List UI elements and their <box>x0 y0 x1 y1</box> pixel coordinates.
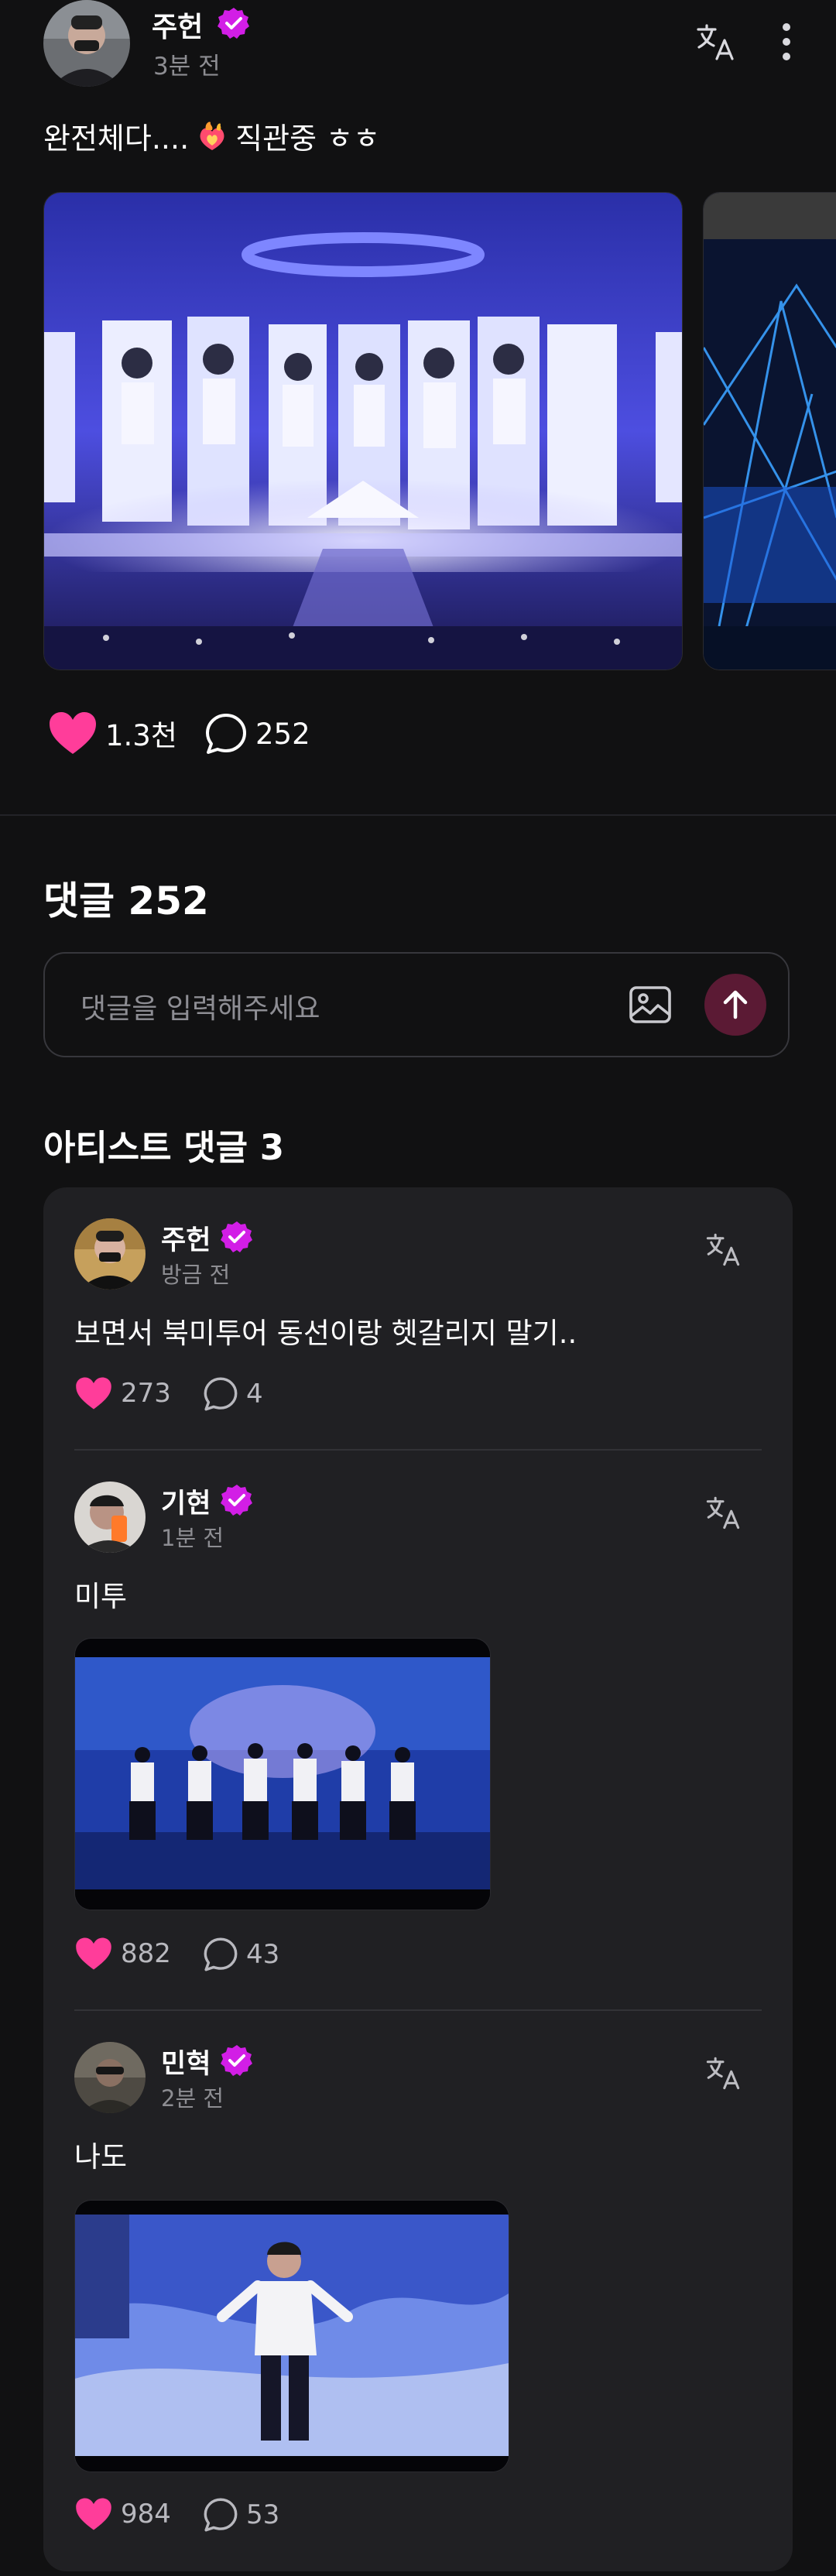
verified-badge-icon <box>221 1221 252 1252</box>
post-text-part2: 직관중 ㅎㅎ <box>235 122 381 156</box>
comment-bubble-icon <box>206 714 246 754</box>
verified-badge-icon <box>218 8 249 39</box>
translate-icon[interactable] <box>690 17 740 67</box>
more-vertical-icon[interactable] <box>771 17 802 67</box>
heart-icon <box>50 712 96 754</box>
comment-reply-count: 43 <box>246 1939 280 1970</box>
comment-image[interactable] <box>74 1638 491 1910</box>
post-image-1[interactable] <box>43 192 683 670</box>
comment-text: 미투 <box>74 1580 128 1613</box>
verified-badge-icon <box>221 1485 252 1516</box>
commenter-name[interactable]: 주헌 <box>161 1218 211 1258</box>
comment-text: 나도 <box>74 2140 128 2174</box>
post-like-button[interactable]: 1.3천 <box>48 711 177 755</box>
arrow-up-icon <box>723 990 748 1019</box>
comment-bubble-icon <box>204 1377 238 1411</box>
heart-icon <box>76 1377 111 1410</box>
image-icon[interactable] <box>625 980 675 1029</box>
post-like-count: 1.3천 <box>105 719 177 752</box>
commenter-name[interactable]: 기현 <box>161 1482 211 1521</box>
comment-input-placeholder: 댓글을 입력해주세요 <box>81 993 320 1025</box>
comment-like-count: 882 <box>121 1938 171 1969</box>
post-detail-screen: 주헌 3분 전 완전체다.... 직관중 ㅎㅎ 1.3천 252 댓글 252 … <box>0 0 836 2576</box>
translate-icon[interactable] <box>701 1491 745 1534</box>
comment-reply-button[interactable]: 53 <box>203 2497 279 2533</box>
comment-time: 방금 전 <box>161 1262 231 1288</box>
author-name[interactable]: 주헌 <box>152 5 203 45</box>
comment-text: 보면서 북미투어 동선이랑 헷갈리지 말기.. <box>74 1317 577 1350</box>
comment-reply-count: 53 <box>246 2499 280 2530</box>
comment-bubble-icon <box>204 1937 238 1971</box>
comment-like-button[interactable]: 882 <box>74 1937 171 1971</box>
post-image-2[interactable] <box>703 192 836 670</box>
post-time: 3분 전 <box>153 53 221 80</box>
comments-title: 댓글 252 <box>43 879 209 923</box>
post-comment-count: 252 <box>255 717 310 751</box>
post-text-part1: 완전체다.... <box>43 122 190 156</box>
comment-like-button[interactable]: 984 <box>74 2497 171 2531</box>
comment-time: 1분 전 <box>161 1525 224 1551</box>
commenter-avatar[interactable] <box>74 2042 146 2113</box>
comment-separator <box>74 2009 762 2011</box>
verified-badge-icon <box>221 2045 252 2076</box>
comment-reply-button[interactable]: 4 <box>203 1376 263 1412</box>
post-text: 완전체다.... 직관중 ㅎㅎ <box>43 115 380 157</box>
comment-reply-button[interactable]: 43 <box>203 1937 279 1972</box>
author-avatar[interactable] <box>43 0 130 87</box>
commenter-name[interactable]: 민혁 <box>161 2042 211 2081</box>
fire-heart-emoji-icon <box>200 121 224 150</box>
heart-icon <box>76 1937 111 1970</box>
comment-image[interactable] <box>74 2200 509 2472</box>
comment-input[interactable]: 댓글을 입력해주세요 <box>43 952 790 1057</box>
comment-like-count: 273 <box>121 1378 171 1409</box>
artist-comments-card: 주헌 방금 전 보면서 북미투어 동선이랑 헷갈리지 말기.. 273 4 기현… <box>43 1187 793 2571</box>
post-comment-button[interactable]: 252 <box>204 712 310 755</box>
heart-icon <box>76 2498 111 2530</box>
translate-icon[interactable] <box>701 2051 745 2095</box>
translate-icon[interactable] <box>701 1228 745 1271</box>
comment-bubble-icon <box>204 2498 238 2532</box>
artist-comments-title: 아티스트 댓글 3 <box>43 1127 285 1168</box>
commenter-avatar[interactable] <box>74 1218 146 1290</box>
comment-separator <box>74 1449 762 1451</box>
commenter-avatar[interactable] <box>74 1482 146 1553</box>
section-divider <box>0 814 836 816</box>
comment-like-count: 984 <box>121 2499 171 2530</box>
comment-reply-count: 4 <box>246 1379 263 1410</box>
comment-time: 2분 전 <box>161 2085 224 2112</box>
send-button[interactable] <box>704 974 766 1036</box>
comment-like-button[interactable]: 273 <box>74 1376 171 1410</box>
